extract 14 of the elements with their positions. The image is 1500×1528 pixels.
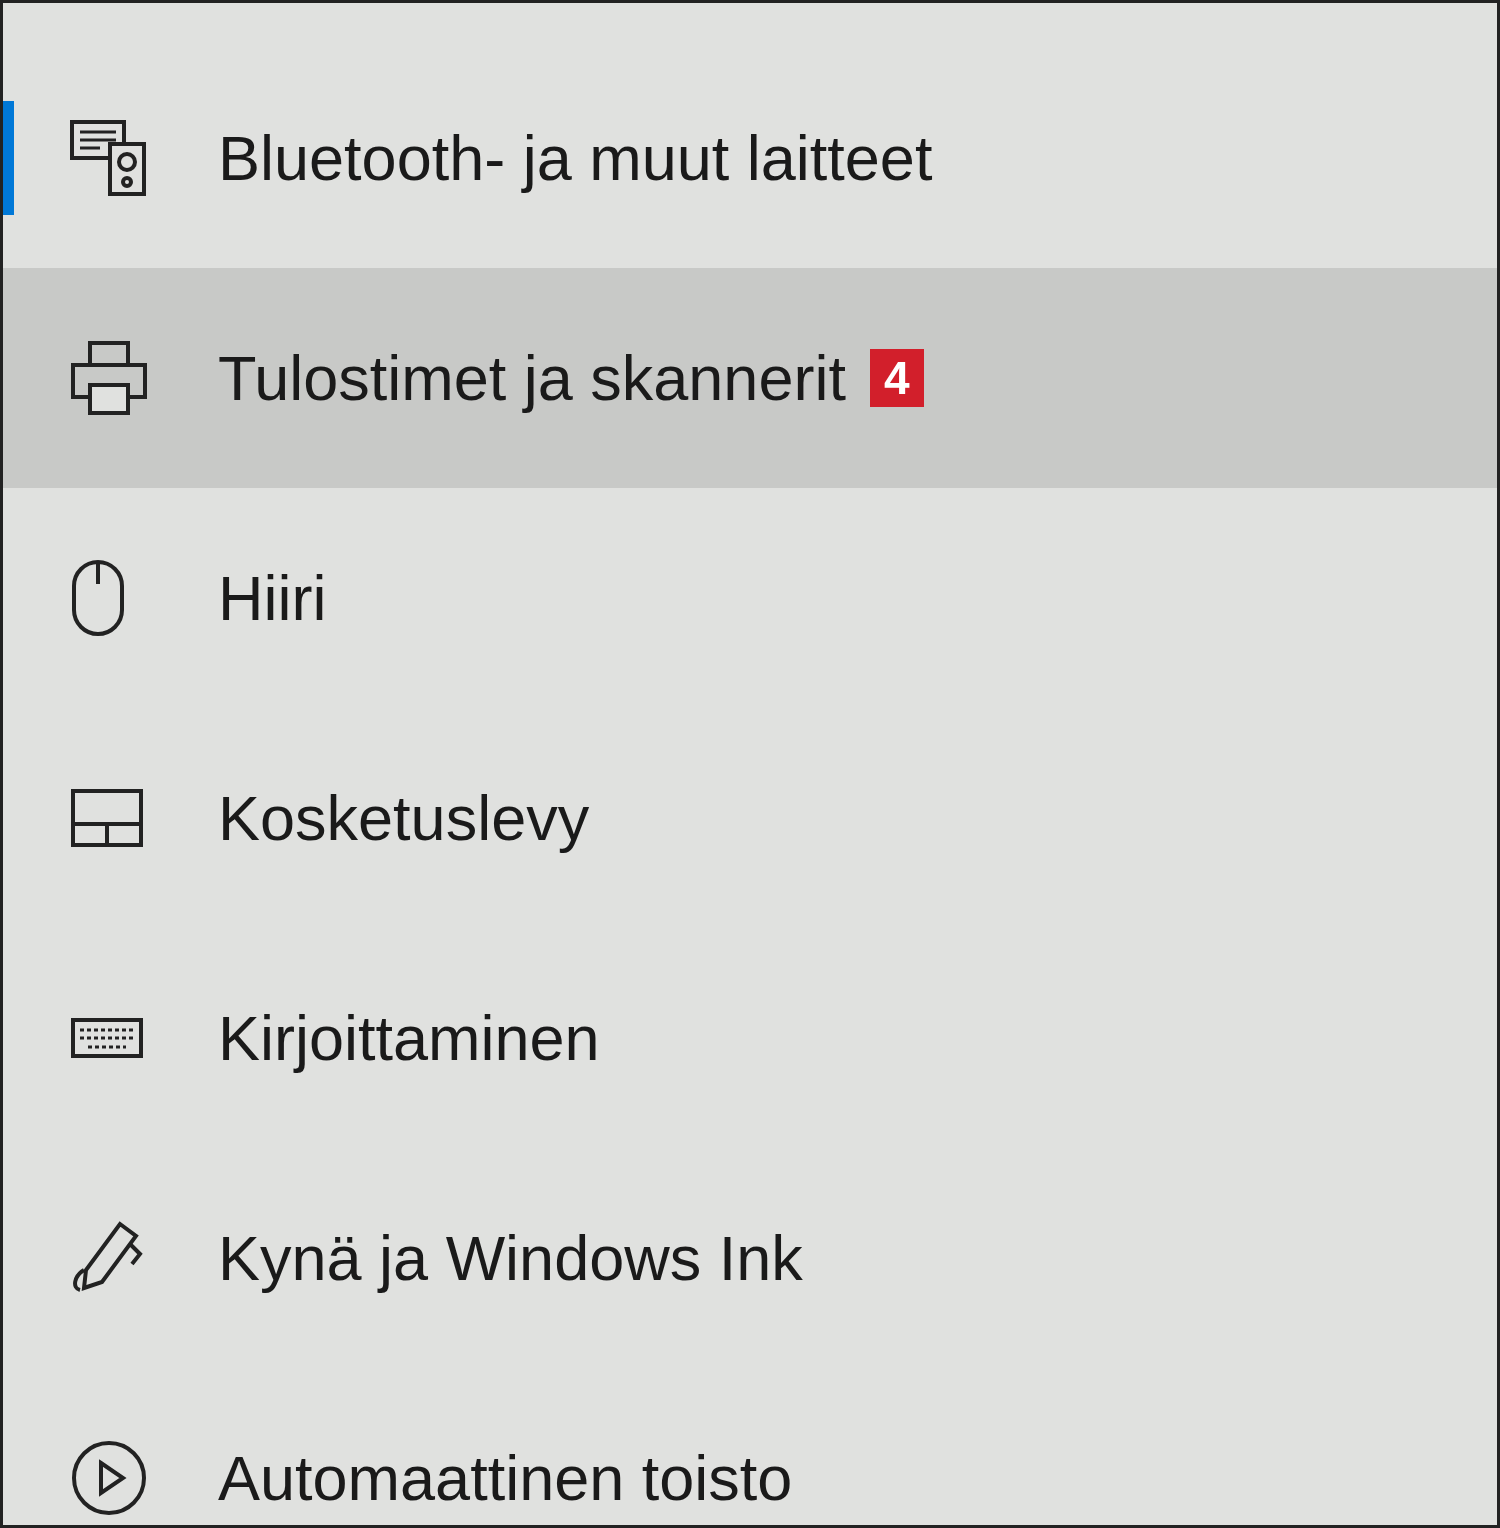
sidebar-item[interactable]: Tulostimet ja skannerit 4 (3, 268, 1497, 488)
devices-icon (70, 118, 148, 198)
keyboard-icon (70, 1017, 144, 1059)
count-badge: 4 (869, 349, 924, 407)
sidebar-item[interactable]: Kynä ja Windows Ink (3, 1148, 1497, 1368)
sidebar-item[interactable]: Automaattinen toisto (3, 1368, 1497, 1525)
sidebar-item[interactable]: Bluetooth- ja muut laitteet (3, 48, 1497, 268)
sidebar-item[interactable]: Hiiri (3, 488, 1497, 708)
sidebar-item[interactable]: Kirjoittaminen (3, 928, 1497, 1148)
printer-icon (70, 340, 148, 416)
sidebar-item[interactable]: Kosketuslevy (3, 708, 1497, 928)
mouse-icon (70, 558, 126, 638)
play-icon (70, 1439, 148, 1517)
touchpad-icon (70, 788, 144, 848)
